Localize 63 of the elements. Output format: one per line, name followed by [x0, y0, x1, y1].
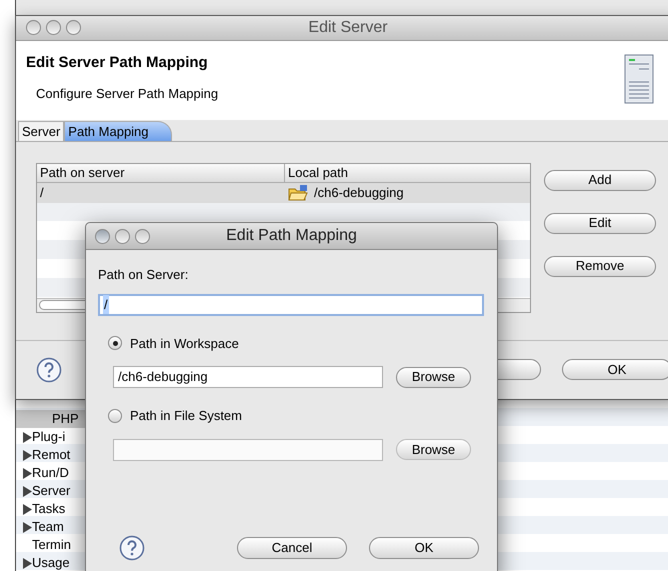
window-control-icon[interactable] [135, 228, 150, 244]
tree-item[interactable]: Plug-i [16, 428, 86, 446]
tree-item[interactable]: Usage [16, 554, 86, 571]
tree-label: Run/D [32, 464, 69, 482]
folder-icon [288, 184, 308, 201]
ok-button[interactable]: OK [562, 359, 668, 380]
help-icon[interactable] [119, 534, 145, 560]
tree-item[interactable]: Team [16, 518, 86, 536]
tree-item[interactable]: Tasks [16, 500, 86, 518]
tree-item[interactable]: Remot [16, 446, 86, 464]
expand-arrow-icon[interactable] [22, 522, 32, 532]
header-subtitle: Configure Server Path Mapping [35, 85, 218, 104]
tree-label: PHP [52, 410, 79, 428]
tree-label: Usage [32, 554, 70, 571]
tree-label: Server [32, 482, 70, 500]
expand-arrow-icon[interactable] [22, 558, 32, 568]
input-field[interactable] [113, 438, 383, 460]
tree-label: Team [32, 518, 64, 536]
table-row[interactable]: / /ch6-debugging [37, 182, 530, 203]
table-cell-text: /ch6-debugging [314, 184, 404, 202]
tree-item[interactable]: Run/D [16, 464, 86, 482]
column-header[interactable]: Local path [285, 164, 530, 182]
side-button[interactable]: Edit [544, 212, 656, 234]
expand-arrow-icon[interactable] [22, 432, 32, 442]
radio-option[interactable]: Path in File System [98, 406, 484, 426]
server-icon [624, 54, 654, 104]
radio-button[interactable] [108, 408, 122, 423]
window-control-icon[interactable] [26, 20, 41, 36]
path-input[interactable]: / [98, 294, 484, 316]
browse-button[interactable]: Browse [396, 439, 471, 460]
window-control-icon[interactable] [95, 228, 110, 244]
tab[interactable]: Server [18, 120, 64, 141]
tree-label: Tasks [32, 500, 66, 518]
dialog-title: Edit Path Mapping [226, 226, 357, 246]
column-header[interactable]: Path on server [37, 164, 285, 182]
cancel-button[interactable]: Cancel [237, 536, 347, 558]
side-button[interactable]: Remove [544, 256, 656, 277]
expand-arrow-icon[interactable] [22, 468, 32, 478]
table-cell-text: / [39, 184, 45, 202]
window-control-icon[interactable] [115, 228, 130, 244]
window-control-icon[interactable] [66, 20, 81, 36]
side-button[interactable]: Add [544, 170, 656, 191]
tree-item[interactable]: PHP [16, 410, 86, 428]
browse-button[interactable]: Browse [396, 366, 471, 388]
window-title: Edit Server [308, 18, 388, 38]
field-label: Path on Server: [98, 266, 190, 284]
radio-option[interactable]: Path in Workspace [98, 334, 484, 353]
expand-arrow-icon[interactable] [22, 504, 32, 514]
expand-arrow-icon[interactable] [22, 486, 32, 496]
input-field[interactable]: /ch6-debugging [113, 366, 383, 388]
header-title: Edit Server Path Mapping [26, 52, 209, 73]
window-control-icon[interactable] [46, 20, 61, 36]
tree-label: Remot [32, 446, 70, 464]
tree-label: Plug-i [32, 428, 66, 446]
selected-text: / [103, 294, 109, 314]
tab[interactable]: Path Mapping [64, 120, 172, 141]
help-icon[interactable] [36, 356, 62, 383]
ok-button[interactable]: OK [369, 536, 479, 558]
radio-button[interactable] [108, 336, 122, 350]
tree-label: Termin [32, 536, 72, 554]
tree-item[interactable]: Server [16, 482, 86, 500]
expand-arrow-icon[interactable] [22, 450, 32, 460]
tree-item[interactable]: Termin [16, 536, 86, 554]
